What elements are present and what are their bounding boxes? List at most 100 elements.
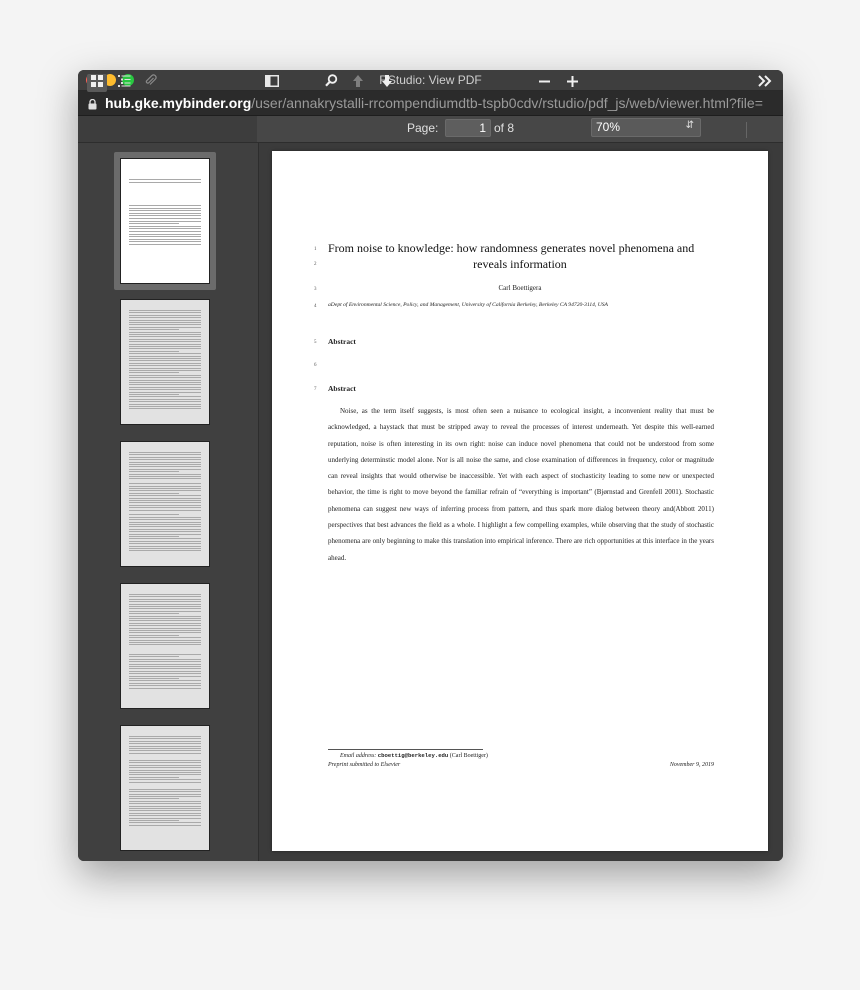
zoom-in-icon bbox=[566, 74, 578, 92]
page-number-input[interactable]: 1 bbox=[445, 119, 491, 137]
footnote-rule bbox=[328, 749, 483, 750]
thumbnail-text-line bbox=[129, 791, 201, 793]
sidebar-toggle-icon bbox=[265, 74, 279, 92]
thumbnail-text-line bbox=[129, 456, 201, 458]
thumbnail-text-line bbox=[129, 550, 201, 552]
thumbnail-text-line bbox=[129, 788, 201, 790]
thumbnail-text-line bbox=[129, 516, 201, 518]
thumbnail-page-2[interactable] bbox=[114, 293, 216, 431]
thumbnail-text-line bbox=[129, 408, 201, 410]
thumbnail-text-line bbox=[129, 215, 201, 217]
thumbnail-text-line bbox=[129, 509, 201, 511]
zoom-select[interactable]: 70% ⇵ bbox=[591, 118, 701, 137]
line-number: 7 bbox=[314, 387, 317, 392]
line-number: 5 bbox=[314, 340, 317, 345]
previous-page-button[interactable] bbox=[350, 74, 366, 92]
thumbnail-text-line bbox=[129, 606, 201, 607]
thumbnail-page-4[interactable] bbox=[114, 577, 216, 715]
thumbnail-text-line bbox=[129, 372, 179, 374]
thumbnail-text-line bbox=[129, 666, 201, 667]
thumbnail-text-line bbox=[129, 468, 201, 470]
thumbnail-text-line bbox=[129, 396, 201, 398]
thumbnail-text-line bbox=[129, 620, 201, 622]
thumbnail-text-line bbox=[129, 386, 201, 388]
sidebar-toggle-button[interactable] bbox=[261, 74, 283, 92]
zoom-out-button[interactable] bbox=[537, 74, 551, 92]
thumbnail-image bbox=[120, 725, 210, 851]
document-viewer[interactable]: 1 2 3 4 5 6 7 From noise to knowledge: h… bbox=[259, 143, 783, 861]
thumbnail-text-line bbox=[129, 815, 201, 817]
search-button[interactable] bbox=[323, 74, 339, 92]
tools-chevron-icon bbox=[758, 74, 772, 92]
thumbnail-image bbox=[120, 441, 210, 567]
zoom-in-button[interactable] bbox=[565, 74, 579, 92]
pdf-viewer-window: RStudio: View PDF hub.gke.mybinder.org/u… bbox=[78, 70, 783, 861]
thumbnail-text-line bbox=[129, 238, 201, 240]
thumbnail-text-line bbox=[129, 796, 201, 797]
zoom-value: 70% bbox=[596, 120, 621, 134]
thumbnail-page-3[interactable] bbox=[114, 435, 216, 573]
thumbnail-text-line bbox=[129, 540, 201, 542]
thumbnail-text-line bbox=[129, 805, 201, 807]
thumbnail-text-line bbox=[129, 519, 201, 521]
previous-page-icon bbox=[352, 74, 364, 93]
thumbnail-text-line bbox=[129, 401, 201, 403]
thumbnail-text-line bbox=[129, 350, 179, 352]
thumbnail-text-line bbox=[129, 668, 201, 670]
thumbnail-text-line bbox=[129, 545, 201, 547]
thumbnail-text-line bbox=[129, 488, 201, 489]
thumbnail-text-line bbox=[129, 343, 201, 345]
abstract-heading: Abstract bbox=[328, 384, 356, 393]
thumbnail-text-line bbox=[129, 637, 201, 639]
thumbnail-text-line bbox=[129, 471, 179, 473]
thumbnail-text-line bbox=[129, 634, 179, 636]
tools-button[interactable] bbox=[756, 74, 774, 92]
thumbnail-page-5[interactable] bbox=[114, 719, 216, 857]
thumbnail-text-line bbox=[129, 817, 201, 819]
thumbnail-sidebar bbox=[78, 143, 259, 861]
thumbnail-text-line bbox=[129, 490, 201, 492]
address-bar[interactable]: hub.gke.mybinder.org/user/annakrystalli-… bbox=[78, 91, 783, 116]
thumbnail-text-line bbox=[129, 223, 179, 225]
thumbnail-text-line bbox=[129, 454, 201, 456]
thumbnail-text-line bbox=[129, 781, 201, 783]
thumbnail-text-line bbox=[129, 675, 201, 677]
thumbnail-text-line bbox=[129, 514, 179, 516]
thumbnail-text-line bbox=[129, 476, 201, 477]
thumbnails-button[interactable] bbox=[87, 74, 107, 92]
thumbnail-text-line bbox=[129, 362, 201, 364]
next-page-icon bbox=[381, 74, 393, 93]
thumbnail-text-line bbox=[129, 663, 201, 665]
thumbnail-text-line bbox=[129, 661, 201, 663]
thumbnail-text-line bbox=[129, 406, 201, 407]
thumbnail-text-line bbox=[129, 615, 201, 617]
next-page-button[interactable] bbox=[379, 74, 395, 92]
paper-title-line-2: reveals information bbox=[473, 257, 567, 271]
thumbnail-text-line bbox=[129, 355, 201, 357]
line-number: 1 bbox=[314, 247, 317, 252]
thumbnail-page-1[interactable] bbox=[114, 152, 216, 290]
thumbnail-text-line bbox=[129, 205, 201, 206]
thumbnail-text-line bbox=[129, 670, 201, 672]
thumbnail-text-line bbox=[129, 618, 201, 619]
thumbnail-text-line bbox=[129, 244, 201, 245]
thumbnail-text-line bbox=[129, 538, 201, 540]
thumbnail-text-line bbox=[129, 820, 179, 821]
thumbnail-text-line bbox=[129, 598, 201, 600]
thumbnail-text-line bbox=[129, 687, 201, 689]
line-number: 6 bbox=[314, 363, 317, 368]
attachments-button[interactable] bbox=[140, 74, 160, 92]
address-url[interactable]: hub.gke.mybinder.org/user/annakrystalli-… bbox=[105, 95, 763, 111]
thumbnail-text-line bbox=[129, 644, 201, 646]
thumbnail-text-line bbox=[129, 762, 201, 764]
thumbnail-text-line bbox=[129, 504, 201, 506]
outline-button[interactable] bbox=[114, 74, 134, 92]
thumbnail-text-line bbox=[129, 736, 201, 737]
paper-affiliation: aDept of Environmental Science, Policy, … bbox=[328, 302, 608, 308]
thumbnail-text-line bbox=[129, 365, 201, 367]
thumbnail-text-line bbox=[129, 314, 201, 316]
thumbnail-text-line bbox=[129, 608, 201, 610]
thumbnail-text-line bbox=[129, 225, 201, 227]
thumbnail-text-line bbox=[129, 384, 201, 386]
thumbnail-text-line bbox=[129, 500, 201, 501]
